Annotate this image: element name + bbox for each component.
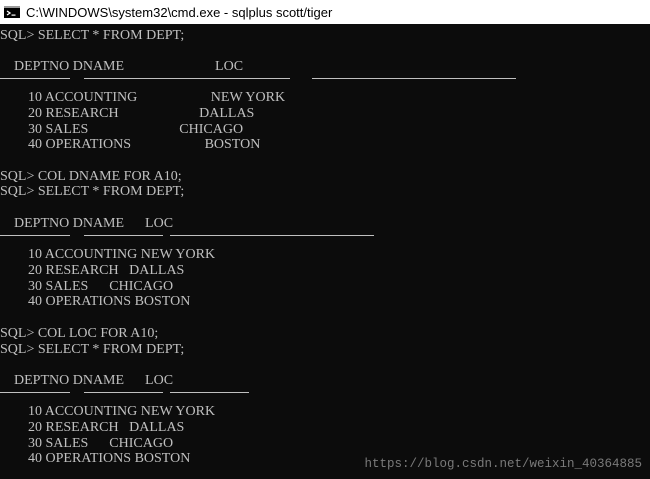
column-separator bbox=[84, 392, 163, 393]
column-separator bbox=[170, 392, 249, 393]
table-row: 40 OPERATIONS BOSTON bbox=[0, 294, 191, 309]
column-separator bbox=[312, 78, 516, 79]
cmd-console-icon bbox=[4, 6, 20, 18]
table-row: 30 SALES CHICAGO bbox=[0, 279, 174, 294]
table-row: 10 ACCOUNTING NEW YORK bbox=[0, 404, 216, 419]
console-output[interactable]: SQL> SELECT * FROM DEPT; DEPTNO DNAME LO… bbox=[0, 24, 650, 479]
table-header: DEPTNO DNAME LOC bbox=[0, 59, 244, 74]
table-row: 40 OPERATIONS BOSTON bbox=[0, 451, 191, 466]
table-row: 20 RESEARCH DALLAS bbox=[0, 420, 185, 435]
table-row: 20 RESEARCH DALLAS bbox=[0, 263, 185, 278]
column-separator bbox=[0, 235, 70, 236]
console-line: SQL> SELECT * FROM DEPT; bbox=[0, 28, 185, 43]
table-row: 10 ACCOUNTING NEW YORK bbox=[0, 90, 286, 105]
column-separator bbox=[84, 235, 163, 236]
console-line: SQL> SELECT * FROM DEPT; bbox=[0, 184, 185, 199]
table-row: 10 ACCOUNTING NEW YORK bbox=[0, 247, 216, 262]
column-separator bbox=[84, 78, 290, 79]
window-titlebar[interactable]: C:\WINDOWS\system32\cmd.exe - sqlplus sc… bbox=[0, 0, 650, 24]
table-header: DEPTNO DNAME LOC bbox=[0, 373, 174, 388]
column-separator bbox=[0, 78, 70, 79]
watermark-url: https://blog.csdn.net/weixin_40364885 bbox=[364, 457, 642, 471]
column-separator bbox=[170, 235, 374, 236]
console-line: SQL> COL LOC FOR A10; bbox=[0, 326, 159, 341]
window-title: C:\WINDOWS\system32\cmd.exe - sqlplus sc… bbox=[26, 4, 333, 20]
cmd-window: C:\WINDOWS\system32\cmd.exe - sqlplus sc… bbox=[0, 0, 650, 479]
table-row: 20 RESEARCH DALLAS bbox=[0, 106, 255, 121]
table-header: DEPTNO DNAME LOC bbox=[0, 216, 174, 231]
column-separator bbox=[0, 392, 70, 393]
console-line: SQL> SELECT * FROM DEPT; bbox=[0, 342, 185, 357]
console-line: SQL> COL DNAME FOR A10; bbox=[0, 169, 182, 184]
table-row: 30 SALES CHICAGO bbox=[0, 122, 244, 137]
table-row: 40 OPERATIONS BOSTON bbox=[0, 137, 261, 152]
table-row: 30 SALES CHICAGO bbox=[0, 436, 174, 451]
